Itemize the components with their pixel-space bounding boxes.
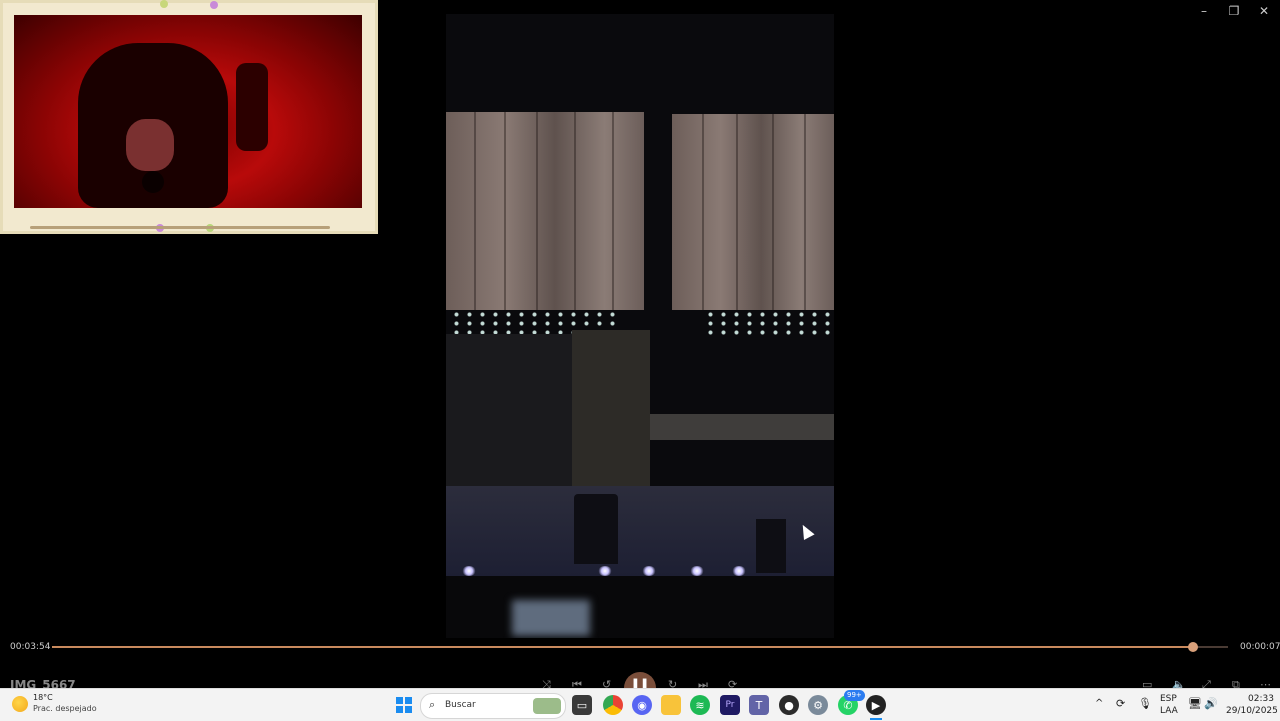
media-app-icon[interactable]: ● [779,695,799,715]
volume-tray-icon[interactable]: 🔊 [1204,697,1218,710]
close-button[interactable]: ✕ [1249,0,1279,22]
minimize-button[interactable]: – [1189,0,1219,22]
person-face [126,119,174,171]
performer-silhouette-right [756,519,786,573]
stage-wall-left [446,334,572,486]
crowd [446,576,834,638]
media-player-icon[interactable]: ▶ [866,695,886,715]
settings-icon[interactable]: ⚙ [808,695,828,715]
restore-button[interactable]: ❐ [1219,0,1249,22]
clock-date[interactable]: 29/10/2025 [1226,706,1278,716]
progress-fill [52,646,1193,648]
whatsapp-badge: 99+ [844,690,865,701]
microphone-icon[interactable]: 🎙 [1138,697,1152,710]
show-hidden-icons[interactable]: ^ [1095,698,1103,709]
sync-icon[interactable]: ⟳ [1116,697,1125,710]
stage-block-right [672,114,834,310]
clock-time[interactable]: 02:33 [1248,694,1274,704]
file-manager-icon[interactable]: ▭ [572,695,592,715]
webcam-feed [14,15,362,208]
premiere-icon[interactable]: Pr [720,695,740,715]
taskbar: 18°C Prac. despejado ⌕ Buscar ▭ ◉ ≋ Pr T… [0,688,1280,721]
progress-thumb[interactable] [1187,642,1198,652]
webcam-overlay [0,0,378,234]
stage-ledge [650,414,834,440]
search-box[interactable]: ⌕ Buscar [420,693,566,719]
search-icon: ⌕ [429,698,436,711]
search-placeholder: Buscar [445,700,476,710]
weather-temp[interactable]: 18°C [33,693,53,702]
windows-start-icon[interactable] [394,695,414,715]
performer-silhouette [574,494,618,564]
current-time: 00:03:54 [10,642,51,652]
language-bottom[interactable]: LAA [1160,706,1178,716]
chair [236,63,268,151]
search-highlight-image [533,698,561,714]
stage-block-left [446,112,644,310]
stage-lights-right [704,310,832,336]
weather-icon[interactable] [12,696,28,712]
teams-icon[interactable]: T [749,695,769,715]
weather-condition[interactable]: Prac. despejado [33,704,97,713]
microphone [142,171,164,193]
video-frame[interactable] [446,14,834,638]
discord-icon[interactable]: ◉ [632,695,652,715]
spotify-icon[interactable]: ≋ [690,695,710,715]
network-icon[interactable]: 🖥 [1188,697,1202,710]
phone-screen-blur [512,600,590,636]
remaining-time: 00:00:07 [1240,642,1280,652]
file-explorer-icon[interactable] [661,695,681,715]
stage-pillar [572,330,650,498]
progress-bar[interactable] [52,642,1228,652]
chrome-icon[interactable] [603,695,623,715]
language-top[interactable]: ESP [1160,694,1177,704]
